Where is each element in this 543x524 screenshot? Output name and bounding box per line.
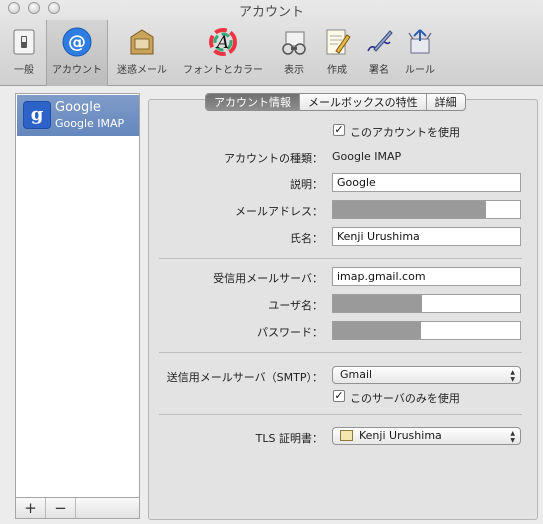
toolbar-general[interactable]: 一般 (6, 22, 42, 82)
google-icon: g (23, 101, 51, 129)
toolbar-general-label: 一般 (14, 65, 34, 76)
switch-icon (8, 26, 40, 58)
username-field[interactable] (332, 294, 521, 313)
account-name: Google (55, 100, 101, 115)
email-label: メールアドレス： (235, 205, 323, 218)
updown-arrows-icon: ▲ ▼ (510, 430, 515, 444)
tab-account-info[interactable]: アカウント情報 (206, 94, 300, 110)
toolbar-junk-label: 迷惑メール (117, 65, 167, 76)
updown-arrows-icon: ▲ ▼ (510, 369, 515, 383)
add-account-button[interactable]: + (16, 498, 46, 518)
smtp-server-value: Gmail (340, 368, 373, 381)
use-only-server-label: このサーバのみを使用 (350, 392, 460, 405)
enable-account-label: このアカウントを使用 (350, 126, 460, 139)
svg-text:@: @ (68, 32, 86, 53)
smtp-server-popup[interactable]: Gmail ▲ ▼ (332, 366, 521, 384)
email-field[interactable] (332, 200, 521, 219)
toolbar-view-label: 表示 (284, 65, 304, 76)
toolbar-compose[interactable]: 作成 (320, 22, 354, 82)
account-list: g Google Google IMAP (15, 93, 140, 498)
tab-mailbox-behaviors[interactable]: メールボックスの特性 (300, 94, 427, 110)
rules-icon (404, 26, 436, 58)
smtp-label: 送信用メールサーバ（SMTP）： (166, 371, 323, 384)
account-type-value: Google IMAP (332, 150, 402, 163)
section-divider (159, 414, 522, 415)
toolbar-signatures[interactable]: 署名 (362, 22, 396, 82)
toolbar-compose-label: 作成 (327, 65, 347, 76)
junk-mail-icon (126, 26, 158, 58)
account-list-item[interactable]: g Google Google IMAP (17, 95, 139, 136)
tls-cert-popup[interactable]: Kenji Urushima ▲ ▼ (332, 427, 521, 445)
section-divider (159, 258, 522, 259)
account-type-label: Google IMAP (55, 117, 125, 130)
full-name-field[interactable]: Kenji Urushima (332, 227, 521, 246)
preferences-window: アカウント 一般 @ アカウント 迷惑メール A フォントとカラー 表示 作成 … (0, 0, 543, 524)
enable-account-checkbox[interactable]: ✓ (333, 124, 345, 136)
font-color-icon: A (207, 26, 239, 58)
toolbar-fonts-colors-label: フォントとカラー (183, 65, 263, 76)
account-type-label: アカウントの種類： (224, 152, 323, 165)
toolbar-rules-label: ルール (405, 65, 435, 76)
password-label: パスワード： (257, 326, 323, 339)
titlebar: アカウント 一般 @ アカウント 迷惑メール A フォントとカラー 表示 作成 … (0, 0, 543, 86)
signature-icon (363, 26, 395, 58)
toolbar-accounts-label: アカウント (52, 65, 102, 76)
tab-advanced[interactable]: 詳細 (427, 94, 465, 110)
redacted-mask (333, 295, 422, 312)
window-title: アカウント (238, 5, 304, 20)
account-list-footer: + − (15, 497, 140, 519)
username-label: ユーザ名： (268, 299, 323, 312)
description-label: 説明： (290, 178, 323, 191)
incoming-server-field[interactable]: imap.gmail.com (332, 267, 521, 286)
toolbar-junk[interactable]: 迷惑メール (114, 22, 170, 82)
toolbar-fonts-colors[interactable]: A フォントとカラー (178, 22, 268, 82)
use-only-server-checkbox[interactable]: ✓ (333, 390, 345, 402)
description-field[interactable]: Google (332, 173, 521, 192)
full-name-label: 氏名： (290, 232, 323, 245)
tls-cert-value: Kenji Urushima (359, 429, 442, 442)
certificate-icon (340, 429, 353, 441)
toolbar-accounts[interactable]: @ アカウント (46, 20, 108, 86)
section-divider (159, 352, 522, 353)
remove-account-button[interactable]: − (46, 498, 76, 518)
password-field[interactable] (332, 321, 521, 340)
toolbar-view[interactable]: 表示 (277, 22, 311, 82)
tls-cert-label: TLS 証明書： (255, 432, 323, 445)
view-icon (278, 26, 310, 58)
redacted-mask (333, 201, 486, 218)
toolbar-signatures-label: 署名 (369, 65, 389, 76)
redacted-mask (333, 322, 421, 339)
svg-text:A: A (215, 33, 229, 53)
incoming-server-label: 受信用メールサーバ： (213, 272, 323, 285)
compose-icon (321, 26, 353, 58)
settings-tabs: アカウント情報 メールボックスの特性 詳細 (205, 93, 466, 111)
at-sign-icon: @ (61, 26, 93, 58)
toolbar-rules[interactable]: ルール (400, 22, 440, 82)
